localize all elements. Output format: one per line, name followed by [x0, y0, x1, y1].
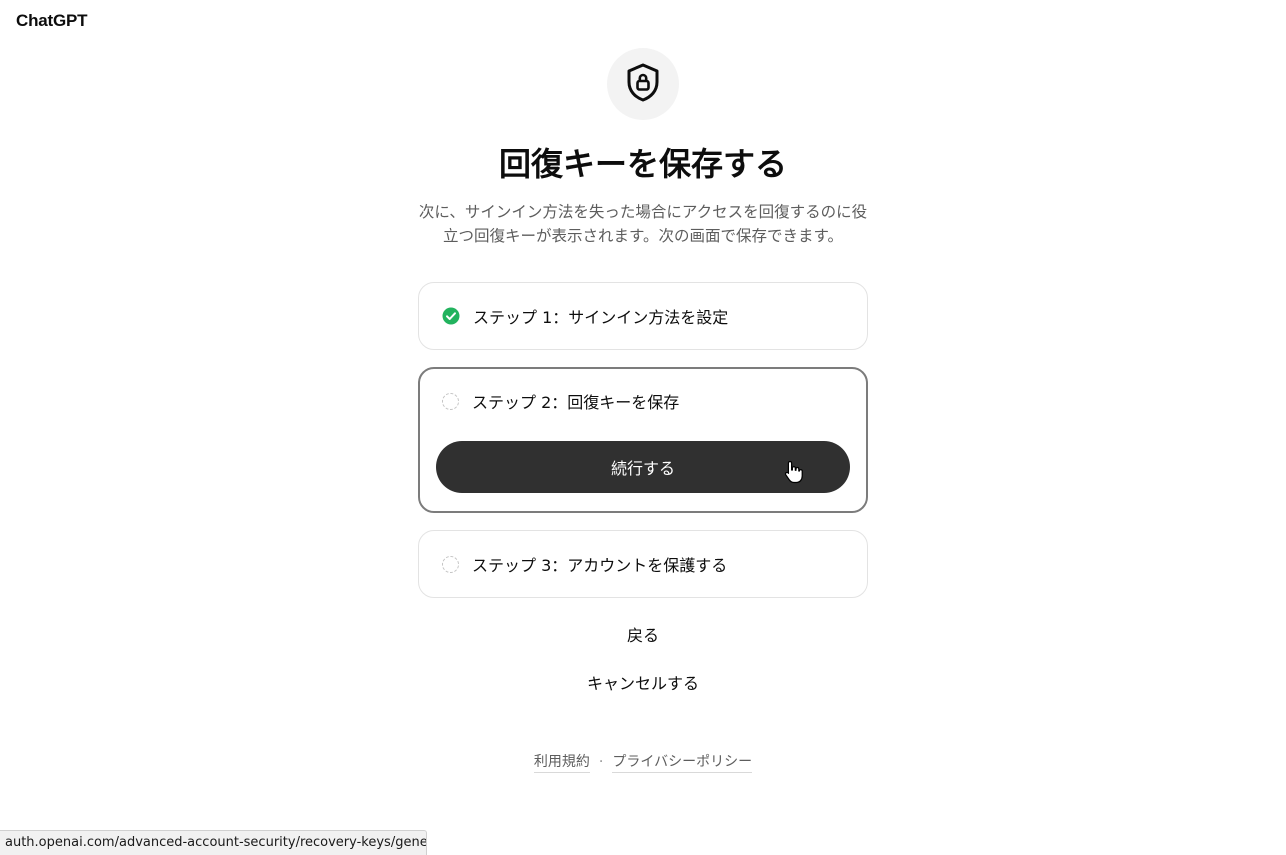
- step-label: ステップ 1：サインイン方法を設定: [473, 308, 729, 327]
- hand-pointer-cursor-icon: [784, 460, 804, 484]
- back-button[interactable]: 戻る: [627, 622, 659, 646]
- step-card-2: ステップ 2：回復キーを保存 続行する: [418, 367, 868, 513]
- dashed-circle-icon: [442, 555, 459, 573]
- shield-badge: [607, 48, 679, 120]
- step-header: ステップ 1：サインイン方法を設定: [419, 283, 867, 349]
- status-bar-url: auth.openai.com/advanced-account-securit…: [0, 830, 427, 855]
- footer-separator: ·: [598, 754, 604, 770]
- check-circle-icon: [442, 307, 460, 325]
- cancel-button[interactable]: キャンセルする: [587, 670, 699, 694]
- brand-logo: ChatGPT: [16, 11, 88, 30]
- shield-lock-icon: [623, 62, 663, 106]
- main-panel: 回復キーを保存する 次に、サインイン方法を失った場合にアクセスを回復するのに役立…: [418, 48, 868, 773]
- footer-links: 利用規約 · プライバシーポリシー: [533, 751, 753, 773]
- page-subtitle: 次に、サインイン方法を失った場合にアクセスを回復するのに役立つ回復キーが表示され…: [418, 203, 868, 245]
- page-title: 回復キーを保存する: [498, 145, 787, 183]
- terms-link[interactable]: 利用規約: [533, 751, 590, 773]
- page: ChatGPT 回復キーを保存する 次に、サインイン方法を失った場合にアクセスを…: [0, 0, 1286, 855]
- step-label: ステップ 3：アカウントを保護する: [472, 556, 728, 575]
- step-label: ステップ 2：回復キーを保存: [472, 393, 680, 412]
- privacy-policy-link[interactable]: プライバシーポリシー: [612, 751, 753, 773]
- dashed-circle-icon: [442, 392, 459, 410]
- step-card-1: ステップ 1：サインイン方法を設定: [418, 282, 868, 350]
- step-header: ステップ 2：回復キーを保存: [420, 369, 866, 433]
- step-header: ステップ 3：アカウントを保護する: [419, 531, 867, 597]
- step-card-3: ステップ 3：アカウントを保護する: [418, 530, 868, 598]
